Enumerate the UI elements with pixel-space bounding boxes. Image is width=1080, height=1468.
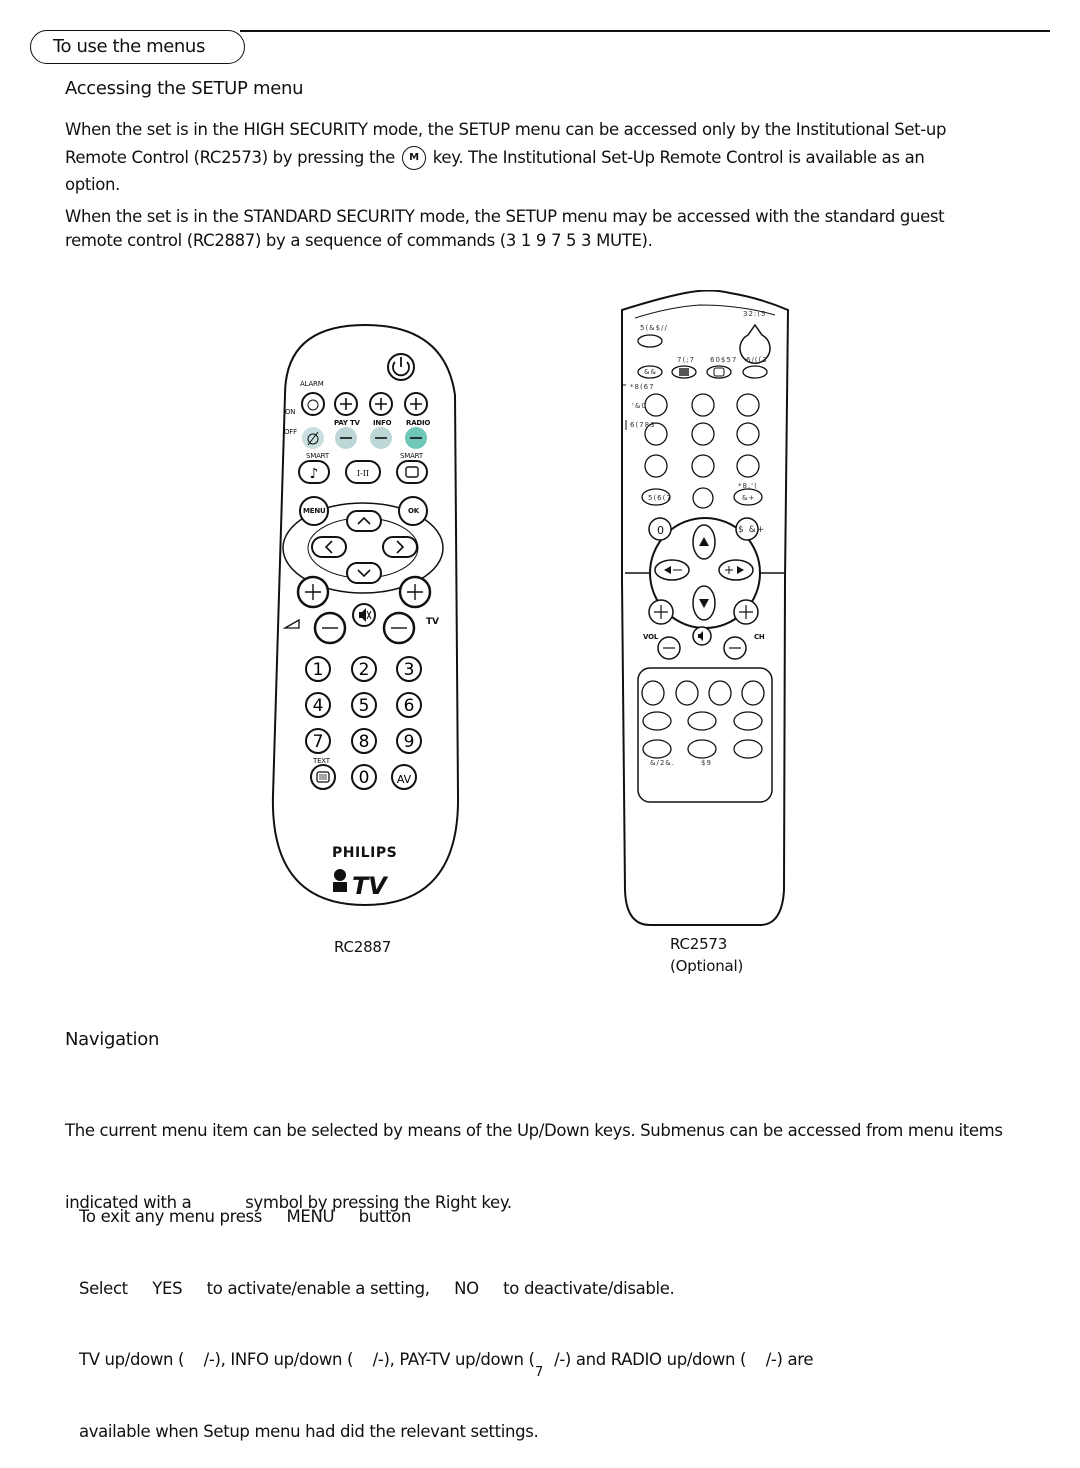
rc2887-caption: RC2887	[334, 938, 392, 956]
lower-button-panel	[637, 667, 773, 803]
menu-button-label: MENU	[303, 507, 326, 515]
svg-text:9: 9	[404, 732, 415, 752]
right-arrow-button-icon	[382, 536, 418, 558]
svg-text:6: 6	[404, 696, 415, 716]
label-pay-tv: PAY TV	[334, 419, 360, 427]
label-alarm: ALARM	[300, 380, 324, 388]
note-exit-menu: To exit any menu press MENU button	[79, 1206, 411, 1226]
svg-text:5: 5	[359, 696, 370, 716]
rc2573-label-cc: &&	[644, 368, 657, 376]
ok-button-label: OK	[408, 507, 419, 515]
heading-navigation: Navigation	[65, 1029, 160, 1050]
paragraph-high-security: When the set is in the HIGH SECURITY mod…	[65, 118, 946, 197]
svg-text:7: 7	[313, 732, 324, 752]
para1-text-b: Remote Control (RC2573) by pressing the	[65, 147, 395, 167]
up-arrow-button-icon	[346, 510, 382, 532]
svg-text:4: 4	[313, 696, 324, 716]
rc2573-label-select: 6(783	[630, 421, 656, 429]
label-info: INFO	[373, 419, 392, 427]
note-yes-no: Select YES to activate/enable a setting,…	[79, 1278, 675, 1298]
info-minus-icon	[370, 427, 392, 449]
paragraph-standard-security: When the set is in the STANDARD SECURITY…	[65, 205, 945, 253]
note-availability: available when Setup menu had did the re…	[79, 1422, 539, 1442]
svg-text:0: 0	[359, 768, 370, 788]
para1-line1: When the set is in the HIGH SECURITY mod…	[65, 120, 947, 139]
rc2573-label-recall: 5(&$//	[640, 324, 668, 332]
pay-tv-minus-icon	[335, 427, 357, 449]
rc2573-label-av: $9	[701, 759, 712, 767]
page-number: 7	[535, 1365, 544, 1380]
rc2573-label-vol: VOL	[643, 633, 659, 641]
volume-plus-button-icon	[296, 575, 330, 609]
svg-text:3: 3	[404, 660, 415, 680]
rc2573-label-text: 7(;7	[677, 356, 695, 364]
program-plus-button-icon	[398, 575, 432, 609]
rc2573-label-dc: '&0	[632, 402, 647, 410]
down-button-icon	[692, 585, 716, 621]
para2-line2: remote control (RC2887) by a sequence of…	[65, 230, 653, 250]
channel-minus-button-icon	[723, 636, 747, 660]
navigation-notes: To exit any menu press MENU button Selec…	[79, 1157, 813, 1468]
svg-text:2: 2	[359, 660, 370, 680]
para1-line3: option.	[65, 175, 120, 195]
top-rule	[240, 30, 1050, 32]
svg-text:AV: AV	[397, 773, 412, 786]
volume-minus-button-icon	[657, 636, 681, 660]
label-off: OFF	[284, 428, 297, 436]
volume-minus-button-icon	[313, 611, 347, 645]
volume-plus-button-icon	[648, 599, 674, 625]
label-text: TEXT	[313, 757, 330, 765]
radio-minus-icon	[405, 427, 427, 449]
left-arrow-button-icon	[311, 536, 347, 558]
rc2573-label-clock: &/2&.	[650, 759, 675, 767]
rc2573-label-sleep: 6/((3	[746, 356, 768, 364]
rc2573-label-guide2: *8,'(	[738, 482, 758, 490]
rc2573-label-ch: &+	[742, 494, 756, 502]
para1-line2: Remote Control (RC2573) by pressing the …	[65, 146, 946, 171]
heading-accessing-setup: Accessing the SETUP menu	[65, 78, 304, 99]
philips-brand-logo: PHILIPS	[332, 845, 398, 861]
section-title: To use the menus	[30, 30, 245, 64]
mute-button-icon	[352, 603, 376, 627]
rc2573-label-smart: 60$57	[710, 356, 738, 364]
svg-text:1: 1	[313, 660, 324, 680]
rc2573-label-guide: *8(67	[630, 383, 655, 391]
label-radio: RADIO	[406, 419, 431, 427]
left-minus-button-icon	[654, 559, 690, 581]
note-up-down: TV up/down ( /-), INFO up/down ( /-), PA…	[79, 1350, 814, 1370]
para2-line1: When the set is in the STANDARD SECURITY…	[65, 207, 945, 226]
program-minus-button-icon	[382, 611, 416, 645]
up-button-icon	[692, 524, 716, 560]
label-tv: TV	[426, 617, 439, 627]
right-plus-button-icon	[718, 559, 754, 581]
rc2573-caption-optional: (Optional)	[670, 957, 744, 975]
rc2573-label-power: 32:(5	[743, 310, 767, 318]
svg-text:I-II: I-II	[357, 469, 369, 478]
para1-text-c: key. The Institutional Set-Up Remote Con…	[432, 147, 925, 167]
brand-tv-text: TV	[352, 872, 387, 900]
alarm-off-button-icon	[302, 427, 324, 449]
svg-text:8: 8	[359, 732, 370, 752]
label-on: ON	[285, 408, 296, 416]
mute-button-icon	[692, 626, 712, 646]
nav-para-line1: The current menu item can be selected by…	[65, 1120, 1003, 1140]
rc2573-label-m: 0	[657, 524, 665, 537]
channel-plus-button-icon	[733, 599, 759, 625]
rc2573-label-ch-text: CH	[754, 633, 765, 641]
rc2573-label-sach: $ &+	[738, 525, 766, 535]
rc2573-caption: RC2573	[670, 935, 728, 953]
m-key-icon: M	[401, 146, 426, 171]
down-arrow-button-icon	[346, 562, 382, 584]
rc2573-label-reset: 5(6(7	[648, 494, 672, 502]
label-smart-left: SMART	[306, 452, 329, 460]
svg-text:♪: ♪	[310, 466, 319, 482]
label-smart-right: SMART	[400, 452, 423, 460]
